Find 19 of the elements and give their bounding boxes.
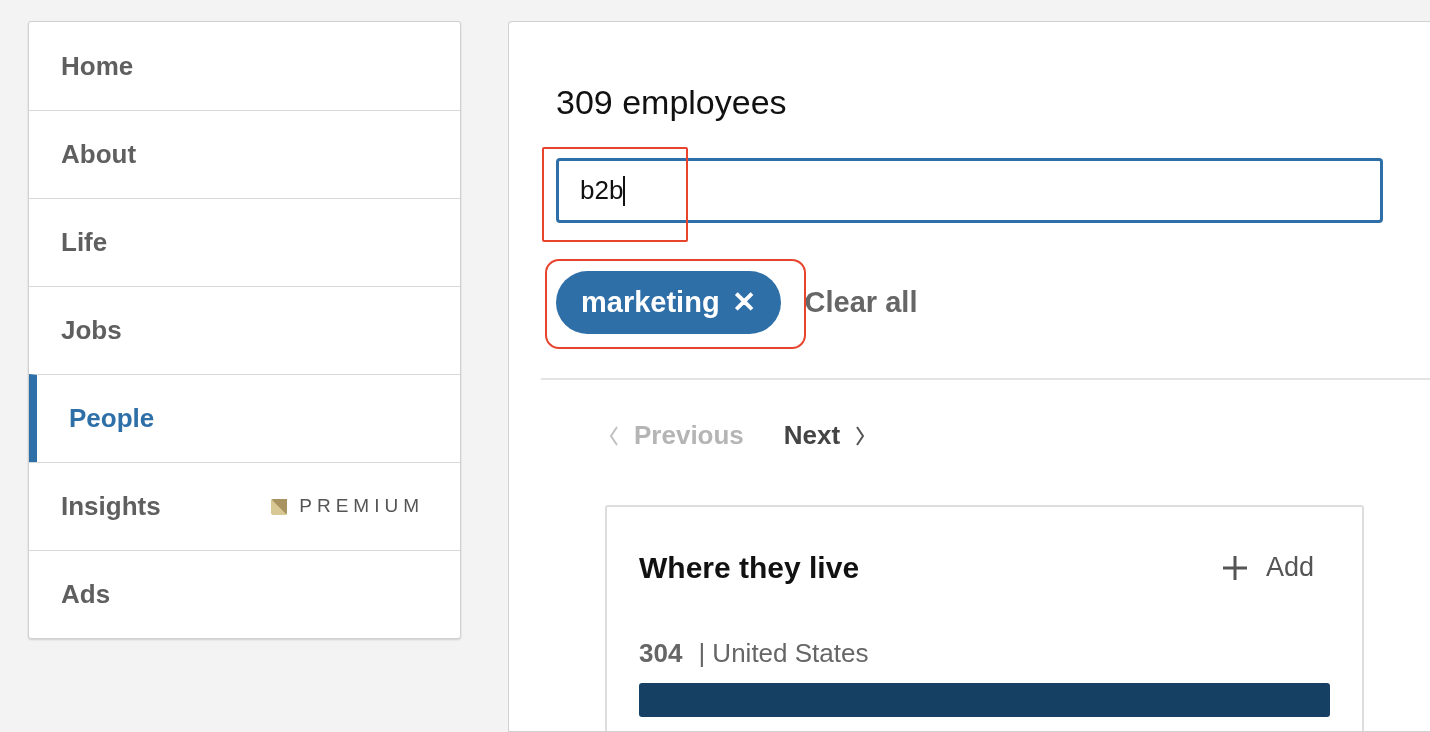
add-button[interactable]: Add bbox=[1221, 547, 1314, 588]
sidebar-item[interactable]: Insights PREMIUM bbox=[29, 462, 460, 550]
sidebar-item[interactable]: Jobs bbox=[29, 286, 460, 374]
plus-icon bbox=[1221, 554, 1248, 581]
sidebar-item[interactable]: Ads bbox=[29, 550, 460, 638]
filter-chip[interactable]: marketing ✕ bbox=[556, 271, 781, 334]
sidebar-item[interactable]: Home bbox=[29, 22, 460, 110]
results-title: 309 employees bbox=[556, 82, 788, 123]
premium-icon bbox=[271, 498, 288, 515]
search-field[interactable]: b2b bbox=[556, 158, 1383, 223]
next-page-button[interactable]: Next bbox=[783, 416, 867, 455]
location-count: 304 bbox=[639, 637, 683, 670]
sidebar-item[interactable]: People bbox=[29, 374, 460, 462]
location-name: | United States bbox=[698, 637, 869, 670]
card-title: Where they live bbox=[639, 550, 860, 586]
premium-label: PREMIUM bbox=[299, 494, 424, 519]
sidebar-item[interactable]: About bbox=[29, 110, 460, 198]
clear-all-link[interactable]: Clear all bbox=[804, 280, 918, 325]
sidebar-item[interactable]: Life bbox=[29, 198, 460, 286]
